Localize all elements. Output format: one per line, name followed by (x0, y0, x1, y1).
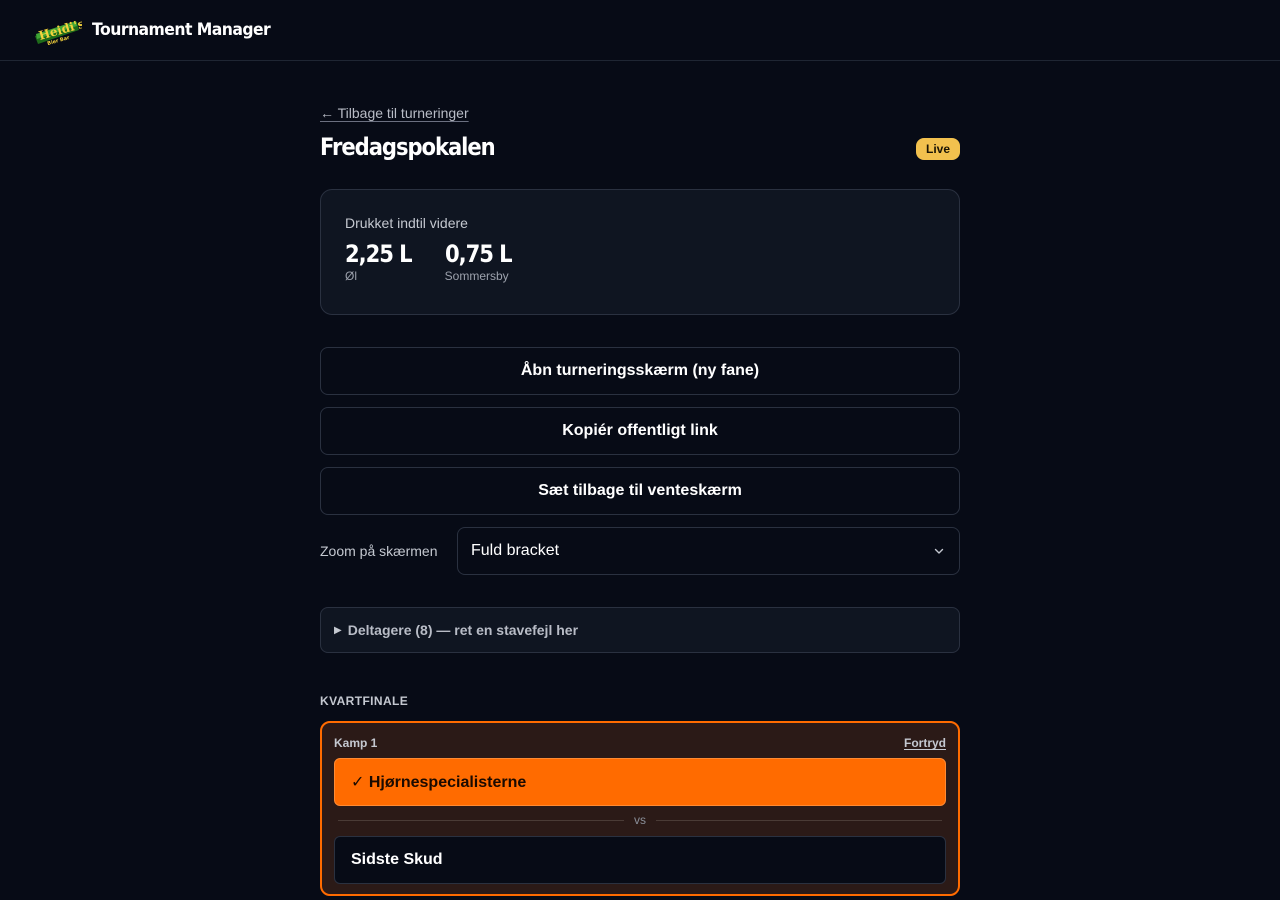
app-title: Tournament Manager (92, 20, 271, 40)
zoom-select[interactable]: Fuld bracket (457, 527, 960, 575)
divider-line (338, 819, 624, 821)
undo-link[interactable]: Fortryd (904, 736, 946, 750)
match-header: Kamp 1 Fortryd (334, 736, 946, 750)
participants-summary: Deltagere (8) — ret en stavefejl her (347, 622, 579, 638)
stat-unit: Sommersby (444, 269, 509, 283)
top-bar: Heidi's Bier Bar Tournament Manager (0, 0, 1280, 61)
back-to-tournaments-link[interactable]: ← Tilbage til turneringer (320, 105, 469, 121)
vs-label: vs (634, 813, 646, 827)
copy-public-link-button[interactable]: Kopiér offentligt link (320, 407, 960, 455)
vs-divider: vs (338, 810, 942, 830)
brand-logo[interactable]: Heidi's Bier Bar (32, 14, 82, 46)
consumption-stats: 2,25 L Øl 0,75 L Sommersby (345, 241, 935, 283)
disclosure-triangle-icon: ▶ (334, 624, 342, 636)
team-opponent[interactable]: Sidste Skud (334, 836, 946, 884)
consumption-card: Drukket indtil videre 2,25 L Øl 0,75 L S… (320, 189, 960, 315)
chevron-down-icon (934, 548, 944, 554)
page-title: Fredagspokalen (320, 133, 496, 161)
logo-icon: Heidi's Bier Bar (35, 16, 82, 46)
open-tournament-screen-button[interactable]: Åbn turneringsskærm (ny fane) (320, 347, 960, 395)
round-heading: KVARTFINALE (320, 694, 409, 708)
stat-cider: 0,75 L Sommersby (445, 241, 521, 283)
reset-waiting-screen-button[interactable]: Sæt tilbage til venteskærm (320, 467, 960, 515)
stat-beer: 2,25 L Øl (345, 241, 421, 283)
zoom-selected-value: Fuld bracket (471, 542, 560, 559)
status-badge: Live (915, 138, 960, 160)
zoom-row: Zoom på skærmen Fuld bracket (320, 527, 960, 575)
divider-line (656, 819, 942, 821)
team-winner[interactable]: ✓ Hjørnespecialisterne (334, 758, 946, 806)
stat-value: 0,75 L (444, 240, 513, 268)
participants-disclosure[interactable]: ▶ Deltagere (8) — ret en stavefejl her (320, 607, 960, 653)
match-label: Kamp 1 (334, 736, 378, 750)
stat-unit: Øl (345, 269, 357, 283)
consumption-label: Drukket indtil videre (345, 215, 468, 231)
zoom-label: Zoom på skærmen (320, 543, 438, 559)
match-card: Kamp 1 Fortryd ✓ Hjørnespecialisterne vs… (320, 721, 960, 896)
stat-value: 2,25 L (345, 240, 413, 268)
